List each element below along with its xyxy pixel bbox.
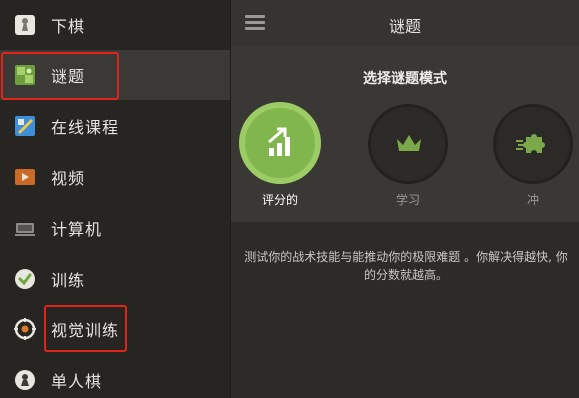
video-icon — [15, 169, 35, 185]
sidebar-item-computer[interactable]: 计算机 — [0, 203, 231, 253]
mode-rated-button[interactable] — [239, 102, 321, 184]
sidebar-item-label: 训练 — [51, 271, 86, 290]
sidebar-item-video[interactable]: 视频 — [0, 152, 231, 202]
main-panel: 谜题 选择谜题模式 评分的 学习 冲 测试你的战术技能与能推动你的极限难题 。你… — [231, 0, 579, 398]
sidebar-item-label: 计算机 — [51, 220, 103, 239]
lesson-icon — [15, 116, 35, 136]
sidebar-item-label: 在线课程 — [51, 118, 120, 137]
check-icon — [15, 269, 35, 289]
sidebar-item-label: 视频 — [51, 169, 86, 188]
mode-rated-label: 评分的 — [261, 193, 298, 207]
computer-icon — [15, 223, 35, 236]
mode-learn-button[interactable] — [368, 104, 448, 184]
rush-puzzle-icon — [516, 134, 545, 153]
sidebar-item-drills[interactable]: 训练 — [0, 254, 231, 304]
crown-icon — [397, 135, 421, 151]
target-icon — [14, 318, 36, 340]
page-title: 谜题 — [388, 17, 421, 36]
rated-chart-icon — [268, 127, 290, 156]
mode-select-panel: 选择谜题模式 评分的 学习 冲 — [231, 46, 579, 222]
mode-rush-button[interactable] — [493, 104, 573, 184]
sidebar-item-label: 单人棋 — [51, 372, 103, 391]
sidebar: 下棋 谜题 在线课程 视频 计算机 训练 视觉训练 单人棋 — [0, 0, 231, 398]
header: 谜题 — [231, 0, 579, 46]
sidebar-item-play[interactable]: 下棋 — [0, 0, 231, 50]
sidebar-item-lessons[interactable]: 在线课程 — [0, 101, 231, 151]
puzzles-app: 下棋 谜题 在线课程 视频 计算机 训练 视觉训练 单人棋 谜题 选择谜题模式 … — [0, 0, 579, 398]
highlight-box-puzzles — [1, 52, 119, 100]
highlight-box-vision — [44, 305, 127, 352]
mode-learn-label: 学习 — [395, 193, 420, 207]
mode-rush-label: 冲 — [526, 193, 539, 207]
sidebar-item-solo-chess[interactable]: 单人棋 — [0, 355, 231, 398]
mode-description: 测试你的战术技能与能推动你的极限难题 。你解决得越快, 你的分数就越高。 — [244, 250, 568, 282]
sidebar-item-label: 下棋 — [51, 17, 86, 36]
mode-select-title: 选择谜题模式 — [363, 71, 447, 87]
pawn-icon — [15, 15, 35, 35]
solo-chess-icon — [15, 370, 35, 390]
